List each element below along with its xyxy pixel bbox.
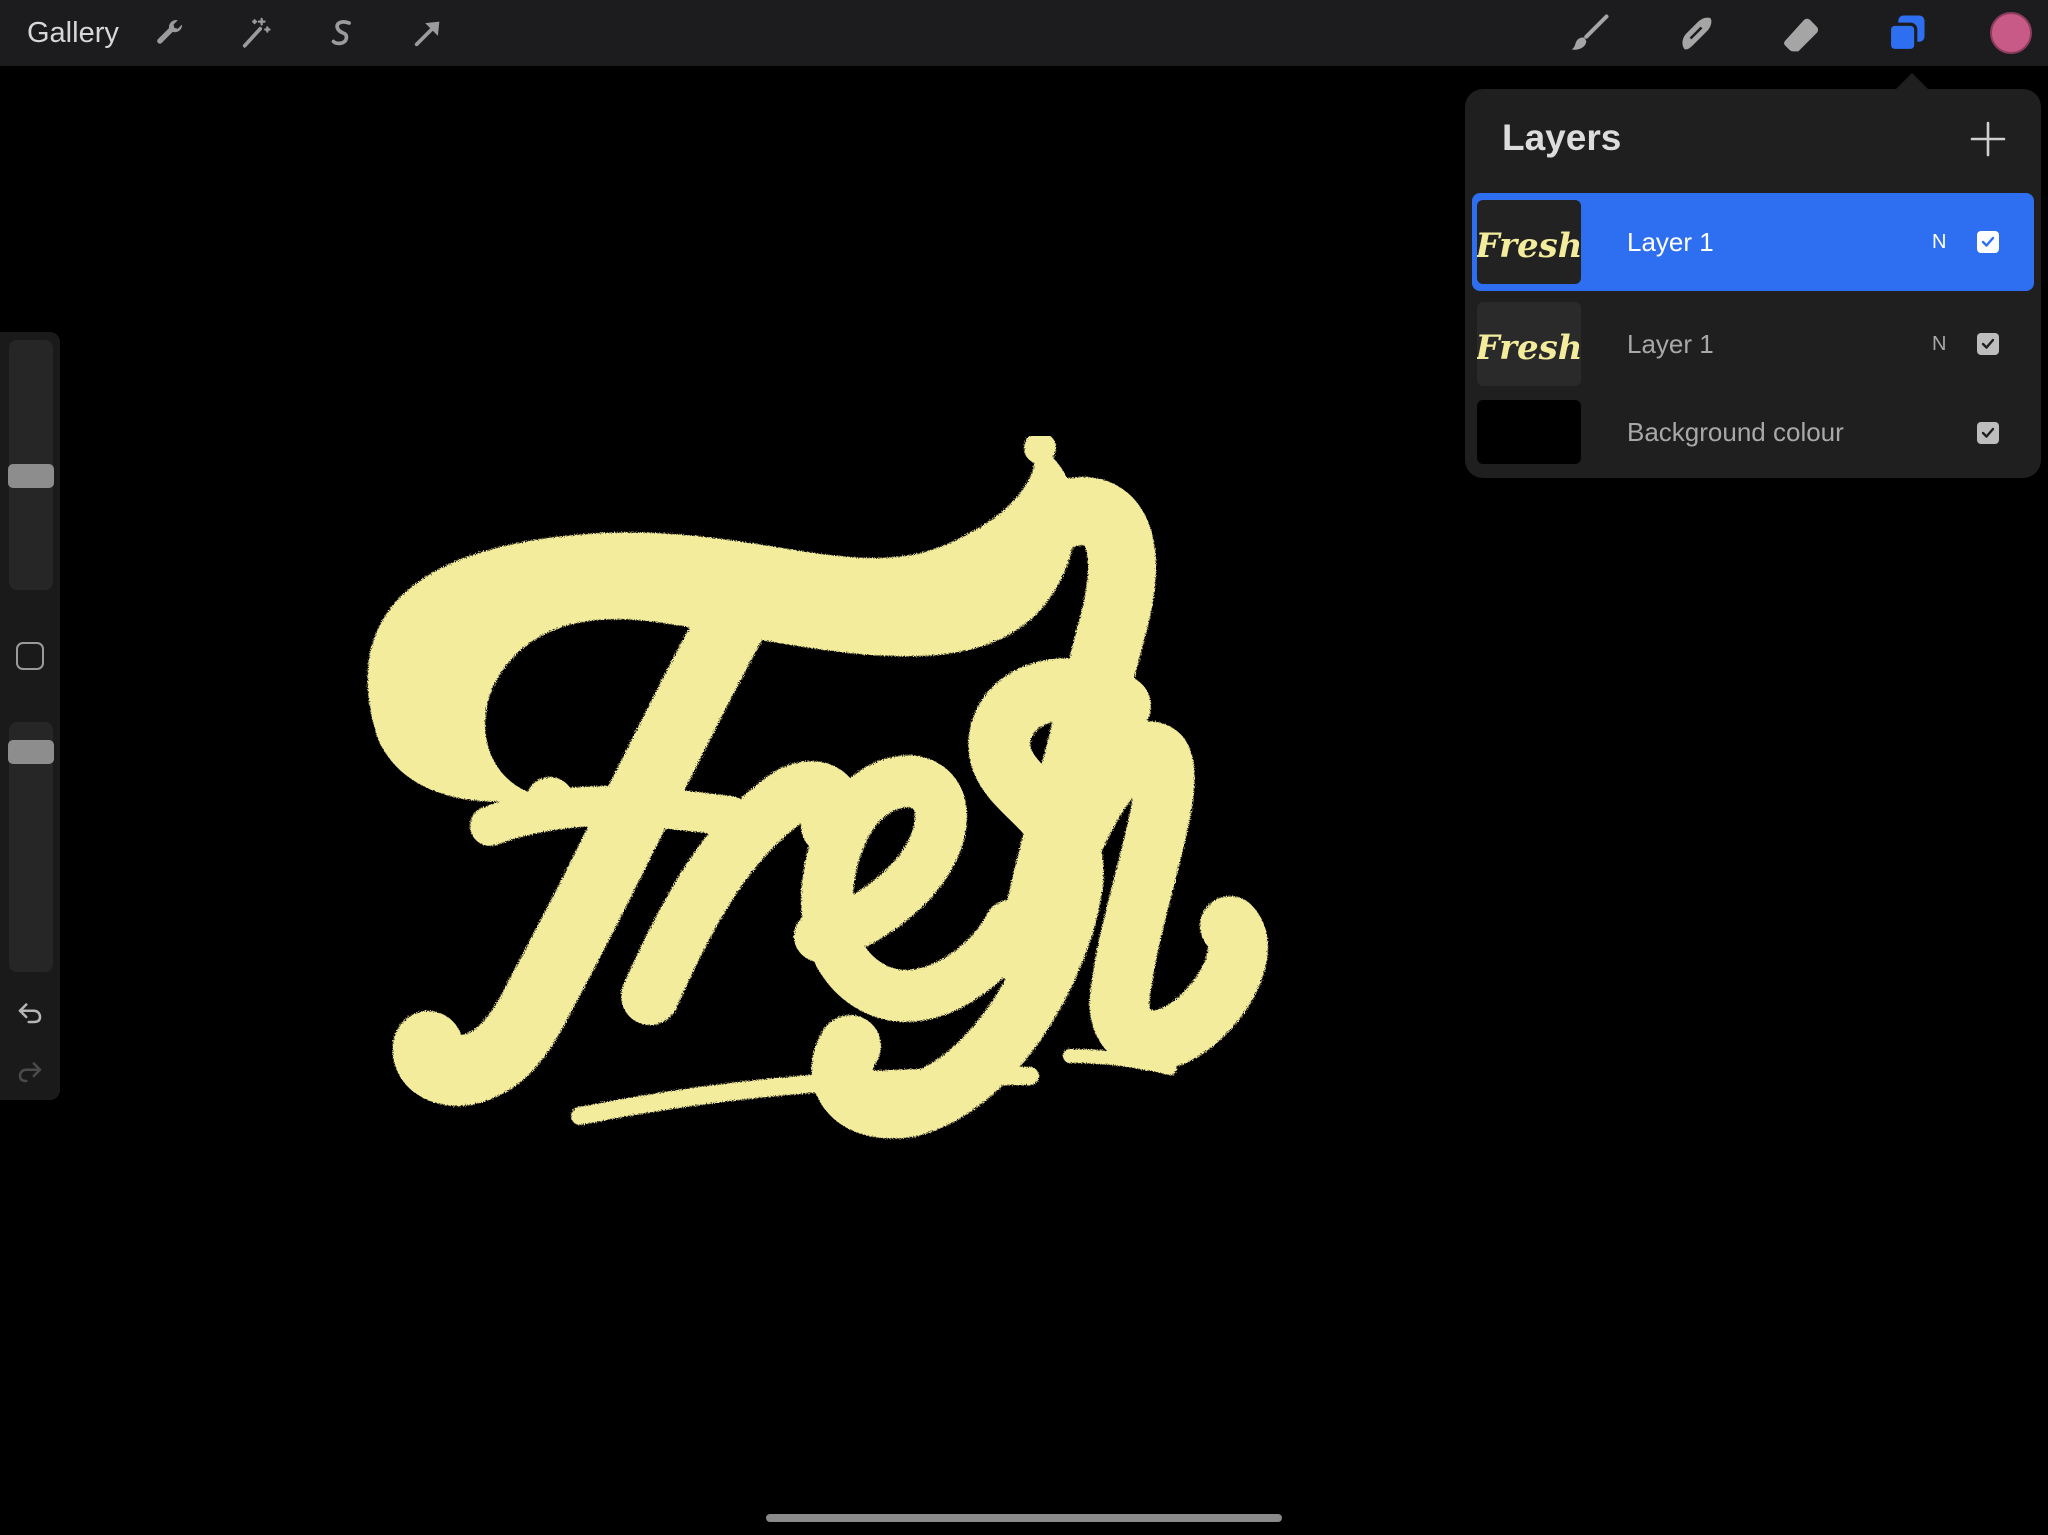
magic-wand-icon[interactable] (232, 9, 280, 57)
layer-row[interactable]: Fresh Layer 1 N (1472, 295, 2034, 393)
gallery-button[interactable]: Gallery (27, 0, 119, 66)
blend-mode-button[interactable]: N (1932, 295, 1946, 393)
layers-icon[interactable] (1883, 9, 1931, 57)
modify-square-icon[interactable] (16, 642, 44, 670)
selection-s-icon[interactable] (318, 9, 366, 57)
layers-panel-caret (1895, 73, 1929, 90)
opacity-thumb[interactable] (8, 740, 54, 765)
plus-icon[interactable] (1968, 119, 2008, 159)
layer-row[interactable]: Fresh Layer 1 N (1472, 193, 2034, 291)
layers-panel: Layers Fresh Layer 1 N Fresh Layer 1 N B… (1465, 89, 2041, 478)
layer-name: Background colour (1627, 417, 1844, 447)
layer-thumbnail: Fresh (1477, 200, 1581, 284)
redo-icon[interactable] (12, 1053, 48, 1089)
thumbnail-text: Fresh (1477, 226, 1581, 266)
brush-size-thumb[interactable] (8, 464, 54, 489)
layer-name[interactable]: Layer 1 (1627, 193, 1714, 291)
blend-mode-button[interactable]: N (1932, 193, 1946, 291)
layer-name[interactable]: Layer 1 (1627, 295, 1714, 393)
wrench-icon[interactable] (146, 9, 194, 57)
color-picker-swatch[interactable] (1987, 9, 2035, 57)
background-colour-row[interactable]: Background colour (1472, 386, 2034, 478)
layer-thumbnail: Fresh (1477, 302, 1581, 386)
visibility-checkbox[interactable] (1977, 231, 1999, 253)
visibility-checkbox[interactable] (1977, 333, 1999, 355)
left-sidebar (0, 332, 60, 1100)
top-toolbar: Gallery (0, 0, 2048, 66)
background-colour-swatch[interactable] (1477, 400, 1581, 464)
thumbnail-text: Fresh (1477, 328, 1581, 368)
smudge-icon[interactable] (1672, 9, 1720, 57)
fresh-lettering-artwork (367, 436, 1268, 1139)
transform-arrow-icon[interactable] (404, 9, 452, 57)
eraser-icon[interactable] (1778, 9, 1826, 57)
undo-icon[interactable] (12, 994, 48, 1030)
layers-title: Layers (1502, 117, 1622, 158)
brush-icon[interactable] (1566, 9, 1614, 57)
home-indicator[interactable] (766, 1514, 1282, 1522)
visibility-checkbox[interactable] (1977, 422, 1999, 444)
